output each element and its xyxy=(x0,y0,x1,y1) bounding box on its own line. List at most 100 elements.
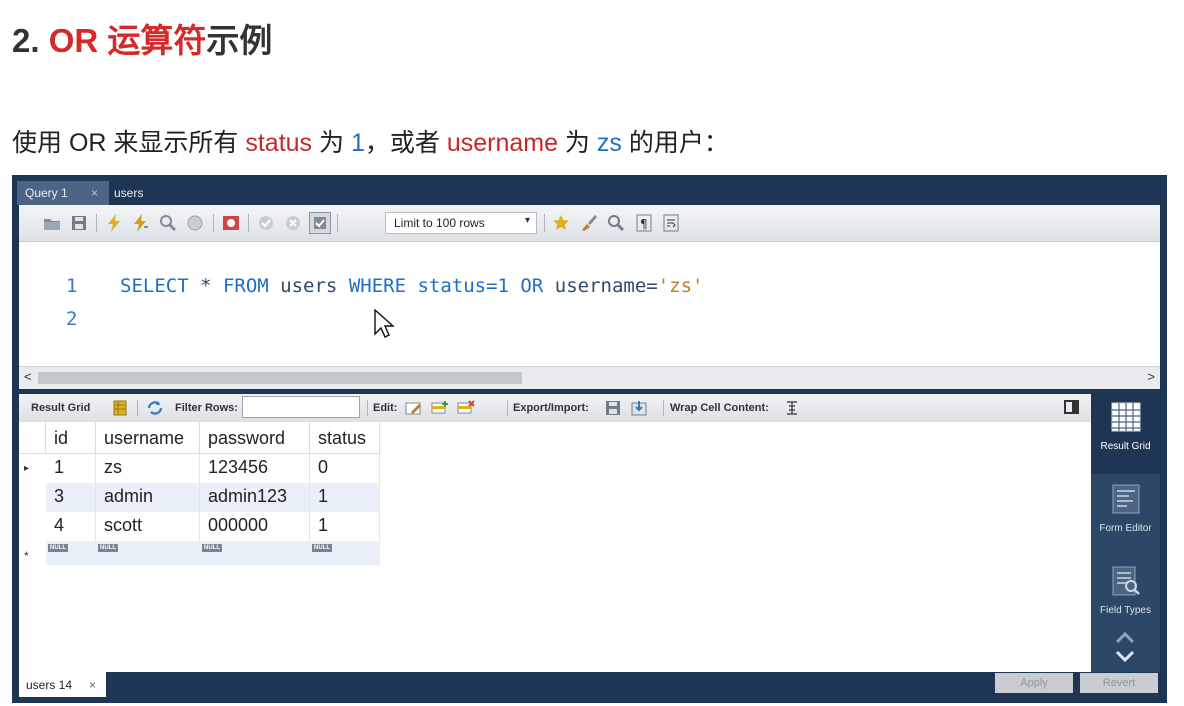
sql-column-username: username= xyxy=(543,275,658,297)
desc-text-5: 的用户： xyxy=(621,129,729,157)
cell-status[interactable]: 1 xyxy=(310,483,380,512)
tab-query-1[interactable]: Query 1 × xyxy=(17,181,109,205)
title-prefix: 2. xyxy=(12,22,49,59)
scrollbar-thumb[interactable] xyxy=(38,372,522,384)
desc-value-one: 1 xyxy=(350,129,365,157)
scroll-left-arrow-icon[interactable]: < xyxy=(24,369,32,384)
import-icon[interactable] xyxy=(630,399,648,417)
query-tab-bar: Query 1 × users xyxy=(12,175,1167,205)
title-highlight: OR 运算符 xyxy=(48,22,207,59)
cell-status[interactable]: 1 xyxy=(310,512,380,541)
null-badge[interactable]: NULL xyxy=(202,544,222,552)
open-folder-icon[interactable] xyxy=(41,212,63,234)
result-side-panel: Result Grid Form Editor Field Types xyxy=(1091,394,1160,672)
column-header-status[interactable]: status xyxy=(310,422,380,454)
execute-lightning-icon[interactable] xyxy=(103,212,125,234)
editor-horizontal-scrollbar[interactable]: < > xyxy=(19,366,1160,389)
cell-id[interactable]: 4 xyxy=(46,512,96,541)
insert-row-icon[interactable] xyxy=(431,399,449,417)
cell-password[interactable]: 123456 xyxy=(200,454,310,483)
column-header-id[interactable]: id xyxy=(46,422,96,454)
sql-statement: SELECT * FROM users WHERE status=1 OR us… xyxy=(120,275,703,297)
desc-text-3: ，或者 xyxy=(364,129,447,157)
execute-current-statement-icon[interactable] xyxy=(130,212,152,234)
side-panel-scroll-chevrons[interactable] xyxy=(1114,630,1136,669)
chevron-updown-icon xyxy=(1115,631,1135,663)
find-magnifier-icon[interactable] xyxy=(605,212,627,234)
sql-editor-panel: Limit to 100 rows ▾ ¶ 1 2 SELECT * FROM … xyxy=(19,205,1160,389)
export-import-label: Export/Import: xyxy=(513,402,589,414)
apply-button[interactable]: Apply xyxy=(995,673,1073,693)
cell-username[interactable]: zs xyxy=(96,454,200,483)
invisible-chars-icon[interactable]: ¶ xyxy=(633,212,655,234)
edit-row-icon[interactable] xyxy=(405,399,423,417)
close-icon[interactable]: × xyxy=(89,678,96,692)
side-form-editor-button[interactable]: Form Editor xyxy=(1091,476,1160,556)
beautify-star-icon[interactable] xyxy=(550,212,572,234)
desc-username: username xyxy=(446,129,558,157)
cell-password[interactable]: 000000 xyxy=(200,512,310,541)
cell-id[interactable]: 1 xyxy=(46,454,96,483)
cell-username[interactable]: scott xyxy=(96,512,200,541)
cell-password[interactable]: admin123 xyxy=(200,483,310,512)
current-row-marker: ▸ xyxy=(24,463,30,474)
revert-button[interactable]: Revert xyxy=(1080,673,1158,693)
toggle-side-panel-icon[interactable] xyxy=(1064,400,1079,414)
side-result-grid-button[interactable]: Result Grid xyxy=(1091,394,1160,474)
new-row-marker: * xyxy=(24,549,29,563)
result-grid-toolbar: Result Grid Filter Rows: Edit: Export/Im… xyxy=(19,394,1091,422)
limit-rows-select[interactable]: Limit to 100 rows ▾ xyxy=(385,212,537,234)
toggle-error-icon[interactable] xyxy=(220,212,242,234)
side-result-grid-label: Result Grid xyxy=(1100,441,1151,452)
side-form-editor-label: Form Editor xyxy=(1099,523,1152,534)
wrap-cell-icon[interactable] xyxy=(783,399,801,417)
slide-title: 2. OR 运算符示例 xyxy=(12,14,272,62)
sql-keyword-select: SELECT xyxy=(120,275,189,297)
tab-query-1-label: Query 1 xyxy=(25,186,68,200)
side-field-types-label: Field Types xyxy=(1100,605,1151,616)
null-badge[interactable]: NULL xyxy=(312,544,332,552)
tab-users-14-label: users 14 xyxy=(26,678,73,692)
tab-users[interactable]: users xyxy=(114,186,143,200)
slide-description: 使用 OR 来显示所有 status 为 1，或者 username 为 zs … xyxy=(12,123,729,159)
scroll-right-arrow-icon[interactable]: > xyxy=(1147,369,1155,384)
filter-rows-input[interactable] xyxy=(242,396,360,418)
rollback-icon[interactable] xyxy=(282,212,304,234)
column-header-username[interactable]: username xyxy=(96,422,200,454)
stop-icon[interactable] xyxy=(184,212,206,234)
tab-users-14[interactable]: users 14 × xyxy=(19,672,106,697)
result-tab-bar: users 14 × Apply Revert xyxy=(12,672,1167,703)
desc-text-2: 为 xyxy=(312,129,351,157)
cell-id[interactable]: 3 xyxy=(46,483,96,512)
cell-username[interactable]: admin xyxy=(96,483,200,512)
sql-keyword-where: WHERE xyxy=(348,275,407,297)
export-icon[interactable] xyxy=(604,399,622,417)
null-badge[interactable]: NULL xyxy=(48,544,68,552)
save-icon[interactable] xyxy=(68,212,90,234)
sql-value-1: 1 xyxy=(497,275,509,297)
commit-icon[interactable] xyxy=(255,212,277,234)
side-field-types-button[interactable]: Field Types xyxy=(1091,558,1160,638)
desc-text-1: 使用 OR 来显示所有 xyxy=(12,129,246,157)
cell-status[interactable]: 0 xyxy=(310,454,380,483)
word-wrap-icon[interactable] xyxy=(660,212,682,234)
explain-magnifier-icon[interactable] xyxy=(157,212,179,234)
result-grid: id username password status ▸ * 1 zs 123… xyxy=(19,422,1091,672)
form-editor-icon xyxy=(1112,484,1140,514)
sql-code-area[interactable]: 1 2 SELECT * FROM users WHERE status=1 O… xyxy=(19,241,1160,366)
line-number: 2 xyxy=(66,308,78,330)
wrap-cell-content-label: Wrap Cell Content: xyxy=(670,402,769,414)
column-header-password[interactable]: password xyxy=(200,422,310,454)
filter-rows-label: Filter Rows: xyxy=(175,402,238,414)
result-grid-label: Result Grid xyxy=(31,402,91,414)
brush-icon[interactable] xyxy=(578,212,600,234)
null-badge[interactable]: NULL xyxy=(98,544,118,552)
refresh-icon[interactable] xyxy=(146,399,164,417)
chevron-down-icon: ▾ xyxy=(524,215,530,226)
close-icon[interactable]: × xyxy=(91,186,98,200)
desc-value-zs: zs xyxy=(596,129,622,157)
field-types-icon xyxy=(1112,566,1140,596)
autocommit-toggle-icon[interactable] xyxy=(309,212,331,234)
grid-view-icon[interactable] xyxy=(111,399,129,417)
delete-row-icon[interactable] xyxy=(457,399,475,417)
